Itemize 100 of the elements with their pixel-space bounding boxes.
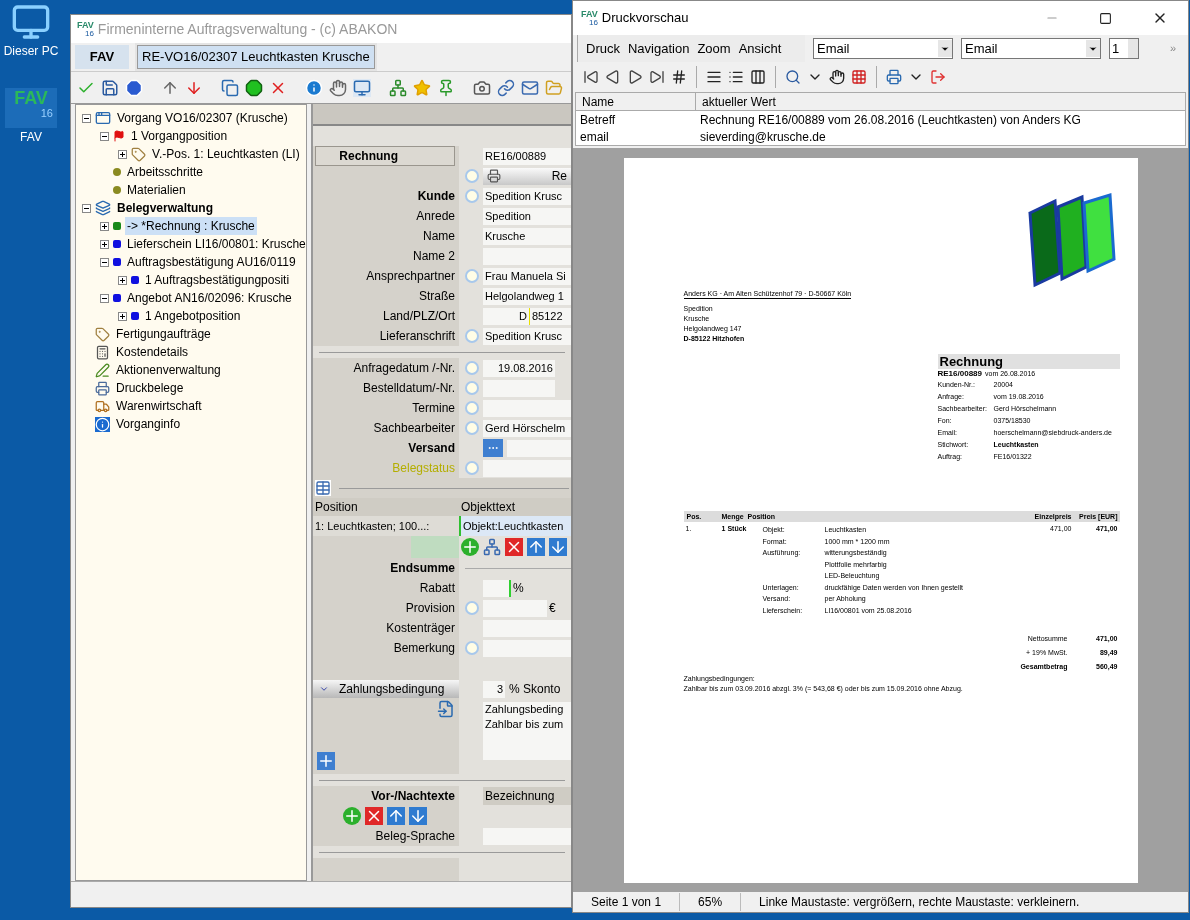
tree-item[interactable]: 1 Angebotposition [143,307,243,325]
expand-toggle[interactable] [118,275,127,285]
input-field[interactable]: 3 [483,680,505,698]
tree-item[interactable]: 1 Vorgangposition [129,127,230,145]
hand-icon[interactable] [829,69,845,85]
input-field[interactable] [483,459,571,477]
radio-button[interactable] [465,421,479,435]
down-icon[interactable] [409,807,427,825]
page-number-icon[interactable] [671,69,687,85]
expand-toggle[interactable] [100,239,109,249]
link-icon[interactable] [483,538,501,556]
radio-button[interactable] [465,361,479,375]
input-field[interactable]: 19.08.2016 [483,359,555,377]
select-field[interactable]: Email [961,38,1101,59]
radio-button[interactable] [465,269,479,283]
radio-button[interactable] [465,381,479,395]
maximize-icon[interactable] [1099,11,1112,25]
exit-icon[interactable] [930,69,946,85]
collapse-toggle[interactable] [82,203,91,213]
table-icon[interactable] [315,480,331,496]
input-field[interactable] [483,399,571,417]
input-field[interactable] [483,599,547,617]
tree-item[interactable]: Aktionenverwaltung [114,361,223,379]
input-field[interactable] [483,379,555,397]
radio-button[interactable] [465,641,479,655]
tab[interactable]: RE-VO16/02307 Leuchtkasten Krusche [137,45,375,69]
radio-button[interactable] [465,189,479,203]
expand-toggle[interactable] [118,149,127,159]
text-area[interactable]: Zahlungsbeding Zahlbar bis zum [483,702,571,760]
page-width-icon[interactable] [728,69,744,85]
input-field[interactable]: Krusche [483,227,571,245]
input-field[interactable] [483,247,571,265]
collapse-toggle[interactable] [100,131,109,141]
tree-icon[interactable] [389,78,407,97]
input-field[interactable]: Frau Manuela Si [483,267,571,285]
tree-item[interactable]: Kostendetails [114,343,191,361]
tree-item[interactable]: 1 Auftragsbestätigungpositi [143,271,292,289]
expand-toggle[interactable] [100,221,109,231]
up-icon[interactable] [527,538,545,556]
down-icon[interactable] [549,538,567,556]
multi-page-icon[interactable] [750,69,766,85]
input-field[interactable]: 85122 [529,307,571,325]
input-field[interactable] [483,619,571,637]
tree-item[interactable]: Materialien [125,181,188,199]
pin-icon[interactable] [437,78,455,97]
input-field[interactable]: Helgolandweg 1 [483,287,571,305]
collapse-toggle[interactable] [82,113,91,123]
tree-item[interactable]: Druckbelege [114,379,186,397]
printer-icon[interactable] [886,69,902,85]
previous-page-icon[interactable] [605,69,621,85]
menu-item[interactable]: Zoom [697,38,731,59]
add-icon[interactable] [461,538,479,556]
last-page-icon[interactable] [649,69,665,85]
input-field[interactable]: Spedition Krusc [483,187,571,205]
input-field[interactable]: D [483,307,529,325]
input-field[interactable]: Spedition [483,207,571,225]
input-field[interactable]: RE16/00889 [483,147,571,165]
tree-item[interactable]: Angebot AN16/02096: Krusche [125,289,294,307]
first-page-icon[interactable] [583,69,599,85]
print-button[interactable]: Re [483,167,571,185]
expand-toggle[interactable] [118,311,127,321]
table-cell[interactable]: 1: Leuchtkasten; 100...: [313,516,459,536]
page-spinner[interactable]: 1 [1109,38,1139,59]
import-icon[interactable] [437,700,455,718]
input-field[interactable] [483,639,571,657]
menu-item[interactable]: Druck [586,38,620,59]
section-toggle-button[interactable]: Zahlungsbedingung [313,680,459,698]
info-icon[interactable] [305,78,323,97]
zoom-icon[interactable] [785,69,801,85]
copy-icon[interactable] [221,78,239,97]
tree-item[interactable]: Vorganginfo [114,415,183,433]
radio-button[interactable] [465,601,479,615]
more-button[interactable] [483,439,503,457]
link-icon[interactable] [497,78,515,97]
input-field[interactable] [507,439,571,457]
grid-icon[interactable] [851,69,867,85]
monitor-icon[interactable] [353,78,371,97]
up-icon[interactable] [387,807,405,825]
input-field[interactable]: Spedition Krusc [483,327,571,345]
radio-button[interactable] [465,329,479,343]
radio-button[interactable] [465,461,479,475]
star-icon[interactable] [413,78,431,97]
tree-item[interactable]: Lieferschein LI16/00801: Krusche [125,235,306,253]
add-icon[interactable] [343,807,361,825]
tree-item[interactable]: Belegverwaltung [115,199,216,217]
tree-item[interactable]: Fertigungaufträge [114,325,213,343]
single-page-icon[interactable] [706,69,722,85]
tree-item[interactable]: Auftragsbestätigung AU16/0119 [125,253,298,271]
input-field[interactable] [483,579,511,597]
tree-item[interactable]: V.-Pos. 1: Leuchtkasten (LI) [150,145,302,163]
tree-item[interactable]: Vorgang VO16/02307 (Krusche) [115,109,290,127]
table-cell[interactable]: Objekt:Leuchtkasten [459,516,571,536]
save-icon[interactable] [101,78,119,97]
delete-icon[interactable] [505,538,523,556]
menu-item[interactable]: Navigation [627,38,690,59]
tree-item[interactable]: -> *Rechnung : Krusche [125,217,257,235]
menu-item[interactable]: Ansicht [738,38,782,59]
delete-icon[interactable] [365,807,383,825]
tree-item[interactable]: Warenwirtschaft [114,397,204,415]
status-light-icon[interactable] [245,78,263,97]
